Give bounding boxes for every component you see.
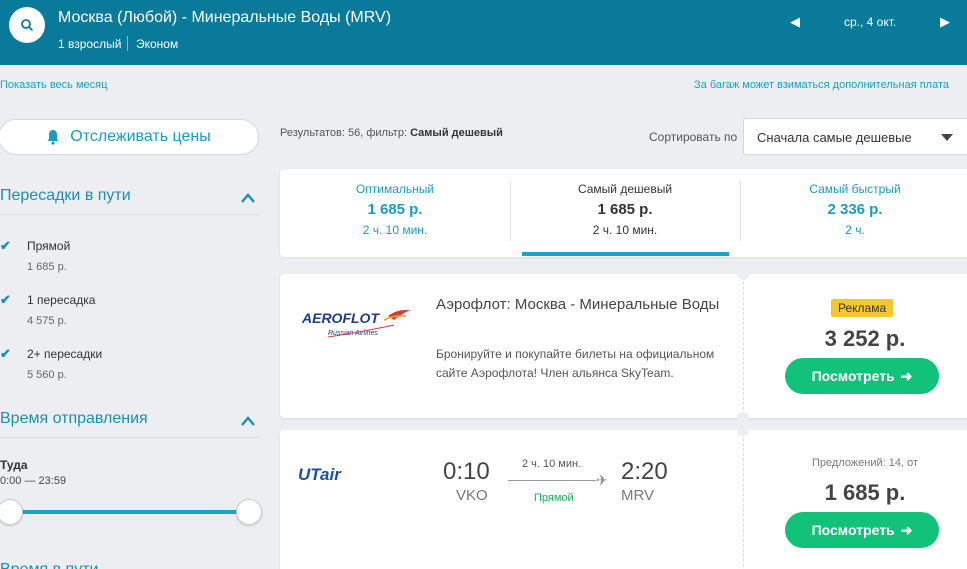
- ad-price: 3 252 р.: [824, 326, 906, 351]
- departure-slider-track[interactable]: [10, 510, 248, 514]
- arrow-right-icon: ➜: [900, 367, 913, 384]
- class-label[interactable]: Эконом: [136, 37, 178, 51]
- departure-range: 0:00 — 23:59: [0, 475, 67, 487]
- aeroflot-logo: AEROFLOT Russian Airlines: [302, 309, 410, 338]
- arrow-right-icon: ➜: [900, 521, 913, 538]
- checkbox-two-plus-stops[interactable]: ✔: [0, 346, 11, 362]
- tab-fastest[interactable]: Самый быстрый 2 336 р. 2 ч.: [740, 169, 967, 257]
- stop-option-label: 1 пересадка: [27, 293, 96, 307]
- tab-price: 1 685 р.: [367, 201, 423, 218]
- ad-badge: Реклама: [831, 299, 894, 317]
- airplane-icon: ✈: [596, 472, 608, 488]
- results-count: Результатов: 56, фильтр: Самый дешевый: [280, 127, 503, 139]
- flight-card[interactable]: UTair 0:10 VKO 2 ч. 10 мин. ✈ Прямой 2:2…: [280, 424, 967, 569]
- baggage-note-link[interactable]: За багаж может взиматься дополнительная …: [694, 79, 949, 91]
- result-tabs: Оптимальный 1 685 р. 2 ч. 10 мин. Самый …: [280, 169, 967, 257]
- top-bar: Москва (Любой) - Минеральные Воды (MRV) …: [0, 0, 967, 65]
- search-icon: [21, 19, 34, 32]
- stops-section-title[interactable]: Пересадки в пути: [0, 187, 131, 205]
- stop-option-label: 2+ пересадки: [27, 347, 103, 361]
- track-prices-label: Отслеживать цены: [70, 128, 211, 145]
- prev-date-arrow-icon[interactable]: ◀: [790, 14, 800, 30]
- caret-down-icon: [941, 134, 953, 141]
- logo-text: AEROFLOT: [302, 310, 380, 326]
- arrival-airport: MRV: [621, 487, 655, 504]
- tab-label: Самый дешевый: [577, 182, 673, 196]
- tab-price: 2 336 р.: [827, 201, 883, 218]
- divider: [743, 438, 744, 569]
- stop-option-price: 1 685 р.: [27, 261, 67, 273]
- sort-label: Сортировать по: [649, 130, 738, 144]
- chevron-up-icon[interactable]: [240, 415, 256, 427]
- divider: [743, 282, 744, 410]
- flight-duration: 2 ч. 10 мин.: [522, 458, 582, 470]
- bell-icon: [47, 130, 59, 145]
- view-ad-button[interactable]: Посмотреть ➜: [785, 358, 939, 394]
- divider: [0, 214, 260, 215]
- departure-section-title[interactable]: Время отправления: [0, 410, 148, 428]
- arrival-time: 2:20: [621, 458, 668, 485]
- divider: [0, 437, 260, 438]
- ad-title[interactable]: Аэрофлот: Москва - Минеральные Воды: [436, 293, 726, 317]
- date-label[interactable]: ср., 4 окт.: [844, 15, 896, 29]
- ticket-notch: [737, 412, 749, 424]
- checkbox-one-stop[interactable]: ✔: [0, 292, 11, 308]
- ticket-notch: [737, 268, 749, 280]
- tab-cheapest[interactable]: Самый дешевый 1 685 р. 2 ч. 10 мин.: [510, 169, 740, 257]
- flight-price: 1 685 р.: [824, 480, 906, 505]
- ad-card[interactable]: AEROFLOT Russian Airlines Аэрофлот: Моск…: [280, 268, 967, 424]
- slider-handle-min[interactable]: [0, 499, 23, 525]
- travel-time-section-title[interactable]: Время в пути: [0, 561, 98, 569]
- stop-option-price: 4 575 р.: [27, 315, 67, 327]
- tab-label: Самый быстрый: [809, 182, 901, 196]
- stop-option-price: 5 560 р.: [27, 369, 67, 381]
- ticket-notch: [737, 424, 749, 436]
- slider-handle-max[interactable]: [236, 499, 262, 525]
- search-button[interactable]: [9, 7, 45, 43]
- sort-select[interactable]: Сначала самые дешевые: [743, 118, 967, 155]
- stop-option-label: Прямой: [27, 239, 71, 253]
- departure-direction: Туда: [0, 458, 28, 472]
- view-button-label: Посмотреть: [811, 522, 895, 538]
- ad-description: Бронируйте и покупайте билеты на официал…: [436, 347, 715, 380]
- view-flight-button[interactable]: Посмотреть ➜: [785, 512, 939, 548]
- divider: [127, 36, 128, 51]
- departure-time: 0:10: [443, 458, 490, 485]
- direct-flight-label: Прямой: [534, 492, 574, 504]
- tab-price: 1 685 р.: [597, 201, 653, 218]
- tab-duration: 2 ч.: [845, 223, 865, 237]
- show-month-link[interactable]: Показать весь месяц: [0, 79, 107, 91]
- view-button-label: Посмотреть: [811, 368, 895, 384]
- route-title[interactable]: Москва (Любой) - Минеральные Воды (MRV): [58, 9, 391, 27]
- flight-line: [508, 480, 596, 481]
- next-date-arrow-icon[interactable]: ▶: [940, 14, 950, 30]
- tab-label: Оптимальный: [355, 182, 435, 196]
- utair-logo: UTair: [298, 465, 342, 484]
- chevron-up-icon[interactable]: [240, 192, 256, 204]
- logo-text: UTair: [298, 465, 342, 484]
- results-filter: Самый дешевый: [410, 127, 503, 139]
- results-count-prefix: Результатов: 56, фильтр:: [280, 127, 408, 139]
- active-tab-indicator: [522, 252, 729, 256]
- passengers-label[interactable]: 1 взрослый: [58, 37, 121, 51]
- departure-airport: VKO: [456, 487, 488, 504]
- checkbox-direct[interactable]: ✔: [0, 238, 11, 254]
- track-prices-button[interactable]: Отслеживать цены: [0, 119, 259, 155]
- tab-duration: 2 ч. 10 мин.: [362, 223, 428, 237]
- tab-optimal[interactable]: Оптимальный 1 685 р. 2 ч. 10 мин.: [280, 169, 510, 257]
- sort-value: Сначала самые дешевые: [757, 130, 912, 145]
- offers-count: Предложений: 14, от: [811, 457, 919, 469]
- tab-duration: 2 ч. 10 мин.: [592, 223, 658, 237]
